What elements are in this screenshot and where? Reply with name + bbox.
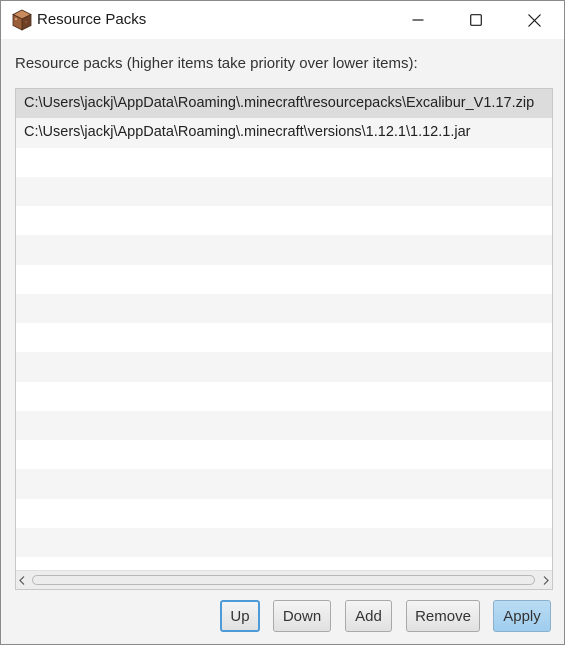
maximize-icon <box>470 14 482 26</box>
empty-list-row <box>16 148 552 177</box>
empty-list-row <box>16 293 552 323</box>
empty-list-row <box>16 323 552 352</box>
empty-list-row <box>16 527 552 557</box>
title-bar[interactable]: Resource Packs <box>1 1 564 39</box>
maximize-button[interactable] <box>453 1 499 39</box>
scrollbar-thumb[interactable] <box>32 575 535 585</box>
empty-list-row <box>16 206 552 235</box>
horizontal-scrollbar[interactable] <box>16 570 552 589</box>
empty-list-row <box>16 499 552 528</box>
close-icon <box>527 13 541 27</box>
empty-list-row <box>16 440 552 469</box>
empty-list-row <box>16 382 552 411</box>
list-caption: Resource packs (higher items take priori… <box>15 55 418 72</box>
empty-list-row <box>16 176 552 206</box>
minimize-icon <box>412 19 424 21</box>
minimize-button[interactable] <box>395 1 441 39</box>
chevron-right-icon[interactable] <box>542 576 550 585</box>
add-button[interactable]: Add <box>345 600 392 632</box>
empty-list-row <box>16 410 552 440</box>
empty-list-row <box>16 352 552 382</box>
dialog-content: Resource packs (higher items take priori… <box>1 39 564 644</box>
empty-list-row <box>16 235 552 265</box>
apply-button[interactable]: Apply <box>493 600 551 632</box>
close-button[interactable] <box>511 1 557 39</box>
empty-list-row <box>16 469 552 499</box>
list-rows: C:\Users\jackj\AppData\Roaming\.minecraf… <box>16 89 552 570</box>
remove-button[interactable]: Remove <box>406 600 480 632</box>
list-item[interactable]: C:\Users\jackj\AppData\Roaming\.minecraf… <box>16 118 552 148</box>
resource-pack-list[interactable]: C:\Users\jackj\AppData\Roaming\.minecraf… <box>15 88 553 590</box>
resource-packs-window: Resource Packs Resource packs (higher it… <box>0 0 565 645</box>
down-button[interactable]: Down <box>273 600 331 632</box>
up-button[interactable]: Up <box>220 600 260 632</box>
window-title: Resource Packs <box>37 11 147 28</box>
list-item[interactable]: C:\Users\jackj\AppData\Roaming\.minecraf… <box>16 89 552 119</box>
cube-icon <box>12 9 32 31</box>
empty-list-row <box>16 557 552 570</box>
empty-list-row <box>16 265 552 294</box>
chevron-left-icon[interactable] <box>18 576 26 585</box>
